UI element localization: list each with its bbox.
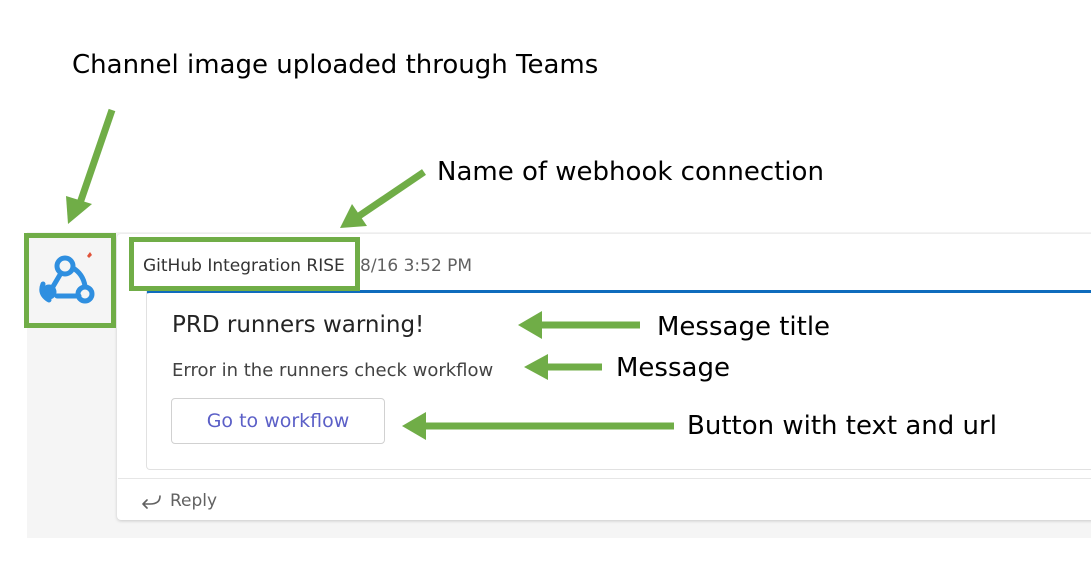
annotation-channel-image: Channel image uploaded through Teams	[72, 50, 599, 80]
reply-button[interactable]: Reply	[140, 488, 217, 514]
screenshot-canvas: Channel image uploaded through Teams Nam…	[0, 0, 1091, 570]
avatar-highlight-box	[24, 233, 116, 328]
webhook-name-arrow	[354, 169, 426, 221]
channel-image-arrow	[75, 108, 116, 208]
reply-label: Reply	[170, 491, 218, 511]
annotation-message: Message	[616, 353, 730, 383]
card-title: PRD runners warning!	[172, 312, 425, 338]
reply-divider	[118, 478, 1091, 479]
sender-highlight-box	[129, 237, 360, 291]
card-message: Error in the runners check workflow	[172, 360, 494, 381]
channel-image-arrowhead	[66, 196, 92, 224]
reply-arrow-icon	[142, 495, 161, 509]
webhook-name-arrowhead	[340, 204, 367, 228]
annotation-webhook-name: Name of webhook connection	[437, 157, 824, 187]
annotation-message-title: Message title	[657, 312, 831, 342]
annotation-button: Button with text and url	[687, 411, 997, 441]
message-timestamp: 8/16 3:52 PM	[360, 256, 473, 276]
go-to-workflow-button[interactable]: Go to workflow	[171, 398, 385, 444]
